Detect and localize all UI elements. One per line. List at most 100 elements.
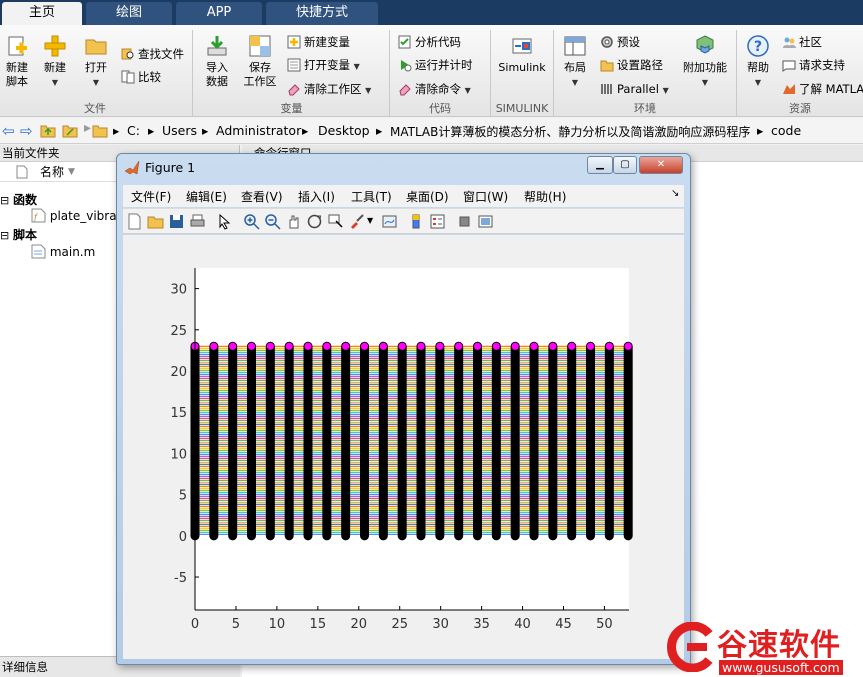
browse-folder-icon[interactable] bbox=[62, 123, 78, 138]
legend-icon[interactable] bbox=[429, 213, 446, 230]
plot-area[interactable]: 0 5 10 15 20 25 30 35 40 45 50 -5 0 5 10 15 20 25 30 bbox=[123, 235, 684, 659]
import-data-button[interactable]: 导入 数据 bbox=[200, 34, 234, 89]
menu-help[interactable]: 帮助(H) bbox=[524, 188, 566, 205]
sort-down-icon: ▼ bbox=[68, 167, 75, 177]
file-name: plate_vibrat bbox=[49, 209, 122, 223]
maximize-button[interactable]: ▢ bbox=[613, 156, 637, 174]
pointer-icon[interactable] bbox=[216, 213, 233, 230]
data-cursor-icon[interactable] bbox=[327, 213, 344, 230]
clear-commands-button[interactable]: 清除命令 ▼ bbox=[398, 80, 471, 98]
menu-file[interactable]: 文件(F) bbox=[131, 188, 171, 205]
section-environment-label: 环境 bbox=[634, 102, 656, 115]
clear-ws-dropdown-icon: ▼ bbox=[365, 86, 372, 95]
open-button[interactable]: 打开 ▼ bbox=[80, 34, 112, 90]
analyze-code-button[interactable]: 分析代码 bbox=[398, 33, 461, 51]
menu-view[interactable]: 查看(V) bbox=[241, 188, 283, 205]
run-and-time-button[interactable]: 运行并计时 bbox=[398, 56, 473, 74]
figure-window[interactable]: Figure 1 ▁ ▢ ✕ 文件(F) 编辑(E) 查看(V) 插入(I) 工… bbox=[116, 153, 691, 665]
close-button[interactable]: ✕ bbox=[639, 156, 683, 174]
clear-workspace-label: 清除工作区 bbox=[304, 82, 362, 96]
community-icon bbox=[783, 37, 796, 48]
colorbar-icon[interactable] bbox=[408, 213, 425, 230]
svg-text:?: ? bbox=[754, 39, 762, 55]
tab-shortcuts[interactable]: 快捷方式 bbox=[266, 2, 378, 25]
find-files-label: 查找文件 bbox=[138, 47, 184, 61]
parallel-dropdown-icon: ▼ bbox=[662, 86, 669, 95]
zoom-in-icon[interactable] bbox=[243, 213, 260, 230]
top-marker bbox=[548, 341, 558, 351]
tab-plots[interactable]: 绘图 bbox=[86, 2, 172, 25]
top-marker bbox=[491, 341, 501, 351]
layout-button[interactable]: 布局 ▼ bbox=[558, 34, 592, 90]
menu-tools[interactable]: 工具(T) bbox=[351, 188, 392, 205]
open-file-icon[interactable] bbox=[147, 213, 164, 230]
dock-arrow-icon[interactable]: ↘ bbox=[671, 188, 679, 199]
menu-insert[interactable]: 插入(I) bbox=[298, 188, 335, 205]
minimize-button[interactable]: ▁ bbox=[587, 156, 613, 174]
brush-icon[interactable] bbox=[348, 213, 365, 230]
tab-apps[interactable]: APP bbox=[176, 2, 262, 25]
compare-button[interactable]: 比较 bbox=[121, 68, 161, 86]
learn-matlab-button[interactable]: 了解 MATLAB bbox=[782, 80, 863, 98]
hide-plot-tools-icon[interactable] bbox=[456, 213, 473, 230]
clear-workspace-button[interactable]: 清除工作区 ▼ bbox=[287, 80, 371, 98]
tab-home[interactable]: 主页 bbox=[2, 2, 82, 25]
group-scripts[interactable]: ⊟ 脚本 bbox=[0, 226, 37, 243]
simulink-button[interactable]: Simulink bbox=[495, 34, 549, 75]
open-variable-button[interactable]: 打开变量 ▼ bbox=[287, 56, 360, 74]
file-item[interactable]: main.m bbox=[31, 244, 95, 259]
file-item[interactable]: f plate_vibrat bbox=[31, 208, 121, 223]
crumb-drive[interactable]: C: bbox=[127, 123, 140, 138]
community-label: 社区 bbox=[799, 35, 822, 49]
crumb-users[interactable]: Users bbox=[162, 123, 197, 138]
pan-icon[interactable] bbox=[285, 213, 302, 230]
new-figure-icon[interactable] bbox=[126, 213, 143, 230]
help-button[interactable]: ? 帮助 ▼ bbox=[742, 34, 774, 90]
top-marker bbox=[378, 341, 388, 351]
find-files-button[interactable]: 查找文件 bbox=[121, 45, 184, 63]
zoom-out-icon[interactable] bbox=[264, 213, 281, 230]
menu-desktop[interactable]: 桌面(D) bbox=[406, 188, 449, 205]
show-plot-tools-icon[interactable] bbox=[477, 213, 494, 230]
learn-icon bbox=[783, 84, 795, 94]
preferences-button[interactable]: 预设 bbox=[600, 33, 640, 51]
community-button[interactable]: 社区 bbox=[782, 33, 822, 51]
add-ons-button[interactable]: 附加功能 ▼ bbox=[680, 34, 730, 90]
save-icon[interactable] bbox=[168, 213, 185, 230]
new-variable-button[interactable]: 新建变量 bbox=[287, 33, 350, 51]
crumb-code[interactable]: code bbox=[771, 123, 801, 138]
top-marker bbox=[510, 341, 520, 351]
print-icon[interactable] bbox=[189, 213, 206, 230]
open-variable-icon bbox=[287, 58, 301, 72]
up-folder-icon[interactable] bbox=[40, 123, 56, 138]
forward-icon[interactable]: ⇨ bbox=[20, 122, 33, 140]
preferences-label: 预设 bbox=[617, 35, 640, 49]
crumb-sep-icon: ▸ bbox=[113, 123, 120, 138]
parallel-button[interactable]: Parallel ▼ bbox=[600, 80, 669, 98]
group-functions[interactable]: ⊟ 函数 bbox=[0, 191, 37, 208]
crumb-administrator[interactable]: Administrator bbox=[216, 123, 301, 138]
new-script-button[interactable]: 新建 脚本 bbox=[2, 34, 32, 89]
layout-label: 布局 bbox=[564, 61, 586, 74]
layout-icon bbox=[564, 36, 586, 56]
x-tick-label: 0 bbox=[191, 617, 199, 632]
crumb-project-folder[interactable]: MATLAB计算薄板的模态分析、静力分析以及简谐激励响应源码程序 bbox=[390, 123, 750, 140]
toolstrip-tabbar: 主页 绘图 APP 快捷方式 bbox=[0, 0, 863, 25]
back-icon[interactable]: ⇦ bbox=[2, 122, 15, 140]
request-support-label: 请求支持 bbox=[799, 58, 845, 72]
ribbon-divider bbox=[192, 30, 193, 116]
y-tick-label: 30 bbox=[170, 283, 187, 298]
save-workspace-button[interactable]: 保存 工作区 bbox=[242, 34, 278, 89]
gususoft-logo-icon bbox=[667, 622, 713, 672]
menu-edit[interactable]: 编辑(E) bbox=[186, 188, 227, 205]
link-plot-icon[interactable] bbox=[381, 213, 398, 230]
new-button[interactable]: 新建 ▼ bbox=[40, 34, 70, 90]
crumb-desktop[interactable]: Desktop bbox=[318, 123, 370, 138]
set-path-button[interactable]: 设置路径 bbox=[600, 56, 663, 74]
request-support-button[interactable]: 请求支持 bbox=[782, 56, 845, 74]
menu-window[interactable]: 窗口(W) bbox=[463, 188, 508, 205]
x-tick-label: 10 bbox=[269, 617, 286, 632]
top-marker bbox=[586, 341, 595, 351]
brush-dropdown-icon[interactable]: ▼ bbox=[367, 216, 373, 225]
rotate-3d-icon[interactable] bbox=[306, 213, 323, 230]
